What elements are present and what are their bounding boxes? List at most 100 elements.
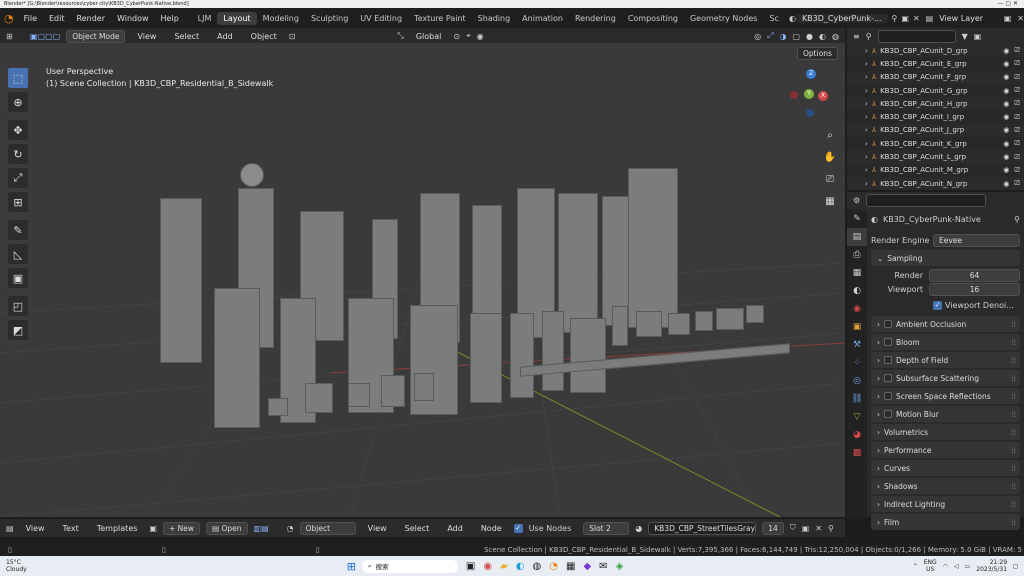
denoise-checkbox[interactable]: ✓ (933, 300, 942, 310)
3d-viewport[interactable]: User Perspective (1) Scene Collection | … (0, 43, 845, 517)
volume-icon[interactable]: ◁ (954, 563, 959, 570)
camera-visibility-icon[interactable]: ⎚ (1014, 99, 1020, 108)
panel-checkbox[interactable] (884, 320, 892, 328)
blender-logo-icon[interactable]: ◔ (4, 12, 14, 25)
edge-icon[interactable]: ◐ (516, 561, 525, 572)
expand-arrow-icon[interactable]: › (865, 73, 868, 81)
drag-handle-icon[interactable]: ⁞⁞ (1011, 446, 1016, 455)
task-view-icon[interactable]: ▣ (466, 561, 475, 572)
annotate-tool-icon[interactable]: ✎ (7, 219, 29, 241)
clock[interactable]: 21:29 2023/5/31 (976, 559, 1007, 573)
delete-scene-icon[interactable]: ✕ (913, 14, 920, 23)
options-button[interactable]: Options (797, 47, 838, 60)
scale-tool-icon[interactable]: ⤢ (7, 167, 29, 189)
delete-view-layer-icon[interactable]: ✕ (1017, 14, 1024, 23)
outliner-editor-icon[interactable]: ≡ (853, 32, 860, 41)
eye-icon[interactable]: ◉ (1003, 47, 1009, 55)
viewport-samples-field[interactable]: 16 (929, 283, 1020, 296)
drag-handle-icon[interactable]: ⁞⁞ (1011, 428, 1016, 437)
expand-arrow-icon[interactable]: › (865, 87, 868, 95)
add-cube-tool-icon[interactable]: ▣ (7, 267, 29, 289)
drag-handle-icon[interactable]: ⁞⁞ (1011, 482, 1016, 491)
properties-search-input[interactable] (866, 193, 987, 207)
tab-sculpting[interactable]: Sculpting (305, 12, 354, 25)
move-tool-icon[interactable]: ✥ (7, 119, 29, 141)
world-tab-icon[interactable]: ◉ (847, 300, 867, 318)
node-menu-view[interactable]: View (362, 524, 393, 533)
object-mode-dropdown[interactable]: Object Mode (66, 29, 126, 43)
tab-modeling[interactable]: Modeling (257, 12, 305, 25)
modifier-tab-icon[interactable]: ⚒ (847, 336, 867, 354)
drag-handle-icon[interactable]: ⁞⁞ (1011, 464, 1016, 473)
panel-subsurface-scattering[interactable]: › Subsurface Scattering ⁞⁞ (871, 370, 1020, 386)
select-box-tool-icon[interactable]: ⬚ (7, 67, 29, 89)
camera-visibility-icon[interactable]: ⎚ (1014, 113, 1020, 122)
transform-tool-icon[interactable]: ⊞ (7, 191, 29, 213)
line-numbers-icon[interactable]: ▥▤ (254, 524, 269, 533)
expand-arrow-icon[interactable]: › (865, 60, 868, 68)
new-text-button[interactable]: + New (162, 521, 200, 535)
vp-menu-select[interactable]: Select (168, 32, 205, 41)
camera-visibility-icon[interactable]: ⎚ (1014, 73, 1020, 82)
panel-shadows[interactable]: › Shadows ⁞⁞ (871, 478, 1020, 494)
tray-chevron-icon[interactable]: ⌃ (913, 563, 918, 570)
store-icon[interactable]: ▦ (566, 561, 575, 572)
particles-tab-icon[interactable]: ⁘ (847, 354, 867, 372)
constraints-tab-icon[interactable]: ⛓ (847, 390, 867, 408)
vp-menu-add[interactable]: Add (211, 32, 239, 41)
tab-compositing[interactable]: Compositing (622, 12, 684, 25)
navigation-gizmo[interactable]: Z X Y (786, 67, 834, 123)
outliner-search-input[interactable] (877, 29, 956, 43)
proportional-edit-icon[interactable]: ◉ (477, 32, 484, 41)
pin-icon[interactable]: ⚲ (1014, 215, 1020, 224)
grid-ortho-icon[interactable]: ▦ (820, 191, 840, 211)
eye-icon[interactable]: ◉ (1003, 126, 1009, 134)
visibility-icon[interactable]: ◎ (754, 32, 761, 41)
app3-icon[interactable]: ◈ (616, 561, 624, 572)
panel-performance[interactable]: › Performance ⁞⁞ (871, 442, 1020, 458)
drag-handle-icon[interactable]: ⁞⁞ (1011, 320, 1016, 329)
gizmo-y[interactable]: Y (804, 89, 814, 99)
shading-rendered-icon[interactable]: ◍ (832, 32, 839, 41)
steam-icon[interactable]: ◍ (533, 561, 542, 572)
gizmo-neg-x[interactable] (790, 91, 798, 99)
node-editor-icon[interactable]: ◔ (287, 524, 294, 533)
spin-tool-icon[interactable]: ◩ (7, 319, 29, 341)
pivot-icon[interactable]: ⊙ (453, 32, 460, 41)
language-indicator[interactable]: ENG US (924, 559, 937, 573)
camera-visibility-icon[interactable]: ⎚ (1014, 179, 1020, 188)
outliner-filter-icon[interactable]: ▼ (962, 32, 968, 41)
camera-visibility-icon[interactable]: ⎚ (1014, 126, 1020, 135)
new-view-layer-icon[interactable]: ▣ (1004, 14, 1012, 23)
panel-curves[interactable]: › Curves ⁞⁞ (871, 460, 1020, 476)
material-selector[interactable]: KB3D_CBP_StreetTilesGrayC (648, 521, 757, 535)
panel-checkbox[interactable] (884, 374, 892, 382)
unlink-icon[interactable]: ✕ (815, 524, 822, 533)
xray-icon[interactable]: ▢ (792, 32, 800, 41)
outliner-item[interactable]: › ⅄ KB3D_CBP_ACunit_G_grp ◉ ⎚ (847, 84, 1024, 97)
bottom-menu-text[interactable]: Text (57, 524, 85, 533)
chrome-icon[interactable]: ◉ (483, 561, 492, 572)
use-nodes-checkbox[interactable]: ✓ (513, 523, 523, 533)
vp-menu-view[interactable]: View (131, 32, 162, 41)
expand-arrow-icon[interactable]: › (865, 180, 868, 188)
text-browse-icon[interactable]: ▣ (149, 524, 157, 533)
battery-icon[interactable]: ▭ (965, 563, 971, 570)
physics-tab-icon[interactable]: ◎ (847, 372, 867, 390)
view-layer-tab-icon[interactable]: ▦ (847, 264, 867, 282)
panel-checkbox[interactable] (884, 392, 892, 400)
slot-dropdown[interactable]: Slot 2 (583, 521, 630, 535)
shading-material-icon[interactable]: ◐ (819, 32, 826, 41)
gizmos-icon[interactable]: ⤢ (767, 31, 773, 41)
measure-tool-icon[interactable]: ◺ (7, 243, 29, 265)
expand-arrow-icon[interactable]: › (865, 126, 868, 134)
shear-tool-icon[interactable]: ◰ (7, 295, 29, 317)
file-explorer-icon[interactable]: ▰ (500, 561, 508, 572)
drag-handle-icon[interactable]: ⁞⁞ (1011, 374, 1016, 383)
tab-rendering[interactable]: Rendering (569, 12, 622, 25)
select-mode-icons[interactable]: ▣▢▢▢ (30, 32, 60, 41)
properties-editor-icon[interactable]: ⚙ (853, 196, 860, 205)
shading-solid-icon[interactable]: ● (806, 32, 813, 41)
camera-visibility-icon[interactable]: ⎚ (1014, 139, 1020, 148)
editor-type-icon[interactable]: ⊞ (6, 32, 13, 41)
